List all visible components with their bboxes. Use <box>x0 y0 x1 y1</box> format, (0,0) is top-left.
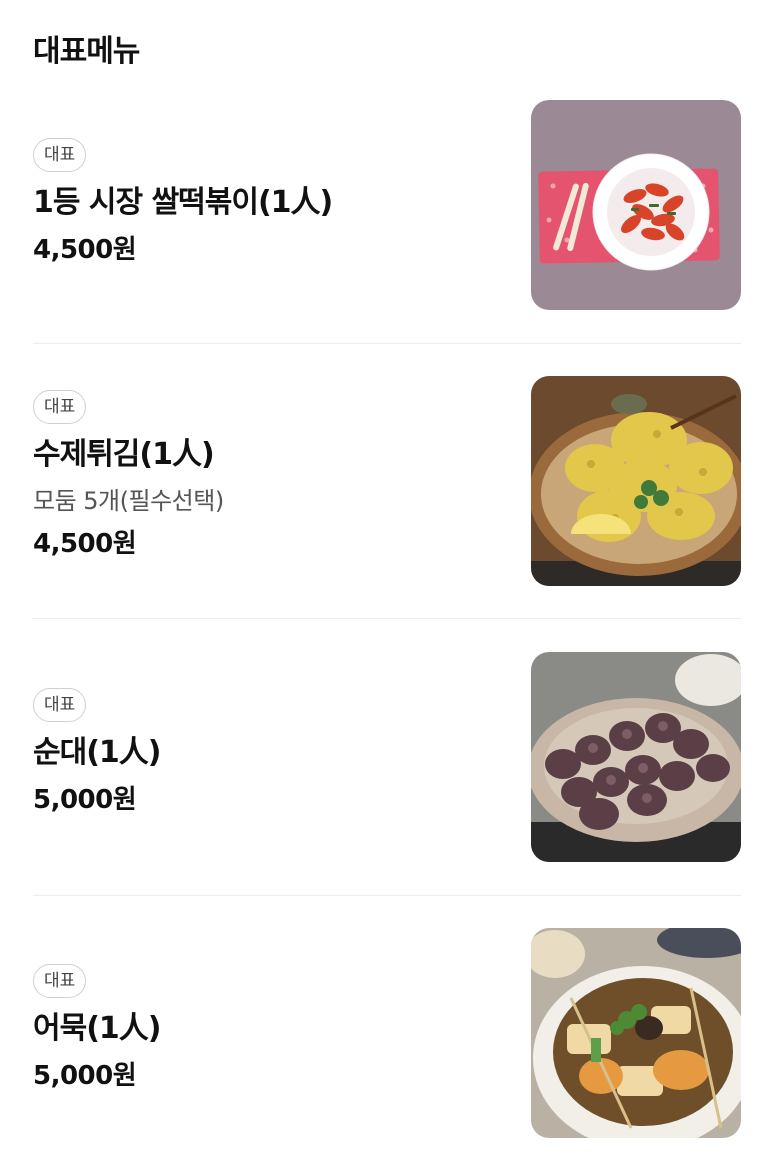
menu-page: 대표메뉴 대표 1등 시장 쌀떡볶이(1人) 4,500원 대표 수제튀김(1人… <box>0 0 773 1176</box>
section-title: 대표메뉴 <box>33 34 140 69</box>
menu-item-info: 대표 어묵(1人) 5,000원 <box>33 964 161 1094</box>
menu-item-name: 1등 시장 쌀떡볶이(1人) <box>33 185 333 220</box>
divider <box>33 895 741 896</box>
menu-item-price: 5,000원 <box>33 785 137 815</box>
signature-badge: 대표 <box>33 390 87 424</box>
menu-item-price: 5,000원 <box>33 1061 137 1091</box>
menu-item-price: 4,500원 <box>33 235 137 265</box>
menu-item-name: 어묵(1人) <box>33 1011 161 1046</box>
menu-item-name: 순대(1人) <box>33 735 161 770</box>
menu-item-info: 대표 순대(1人) 5,000원 <box>33 688 161 818</box>
menu-item-eomuk[interactable]: 대표 어묵(1人) 5,000원 <box>0 928 773 1176</box>
signature-badge: 대표 <box>33 138 87 172</box>
menu-item-description: 모둠 5개(필수선택) <box>33 487 224 515</box>
menu-item-price: 4,500원 <box>33 529 137 559</box>
menu-item-info: 대표 수제튀김(1人) 모둠 5개(필수선택) 4,500원 <box>33 390 224 562</box>
eomuk-photo <box>531 928 741 1138</box>
menu-item-tteokbokki[interactable]: 대표 1등 시장 쌀떡볶이(1人) 4,500원 <box>0 100 773 376</box>
menu-item-name: 수제튀김(1人) <box>33 437 215 472</box>
signature-badge: 대표 <box>33 688 87 722</box>
signature-badge: 대표 <box>33 964 87 998</box>
sundae-photo <box>531 652 741 862</box>
divider <box>33 343 741 344</box>
menu-item-sundae[interactable]: 대표 순대(1人) 5,000원 <box>0 652 773 928</box>
tteokbokki-photo <box>531 100 741 310</box>
twigim-photo <box>531 376 741 586</box>
menu-item-twigim[interactable]: 대표 수제튀김(1人) 모둠 5개(필수선택) 4,500원 <box>0 376 773 652</box>
divider <box>33 618 741 619</box>
menu-item-info: 대표 1등 시장 쌀떡볶이(1人) 4,500원 <box>33 138 333 268</box>
